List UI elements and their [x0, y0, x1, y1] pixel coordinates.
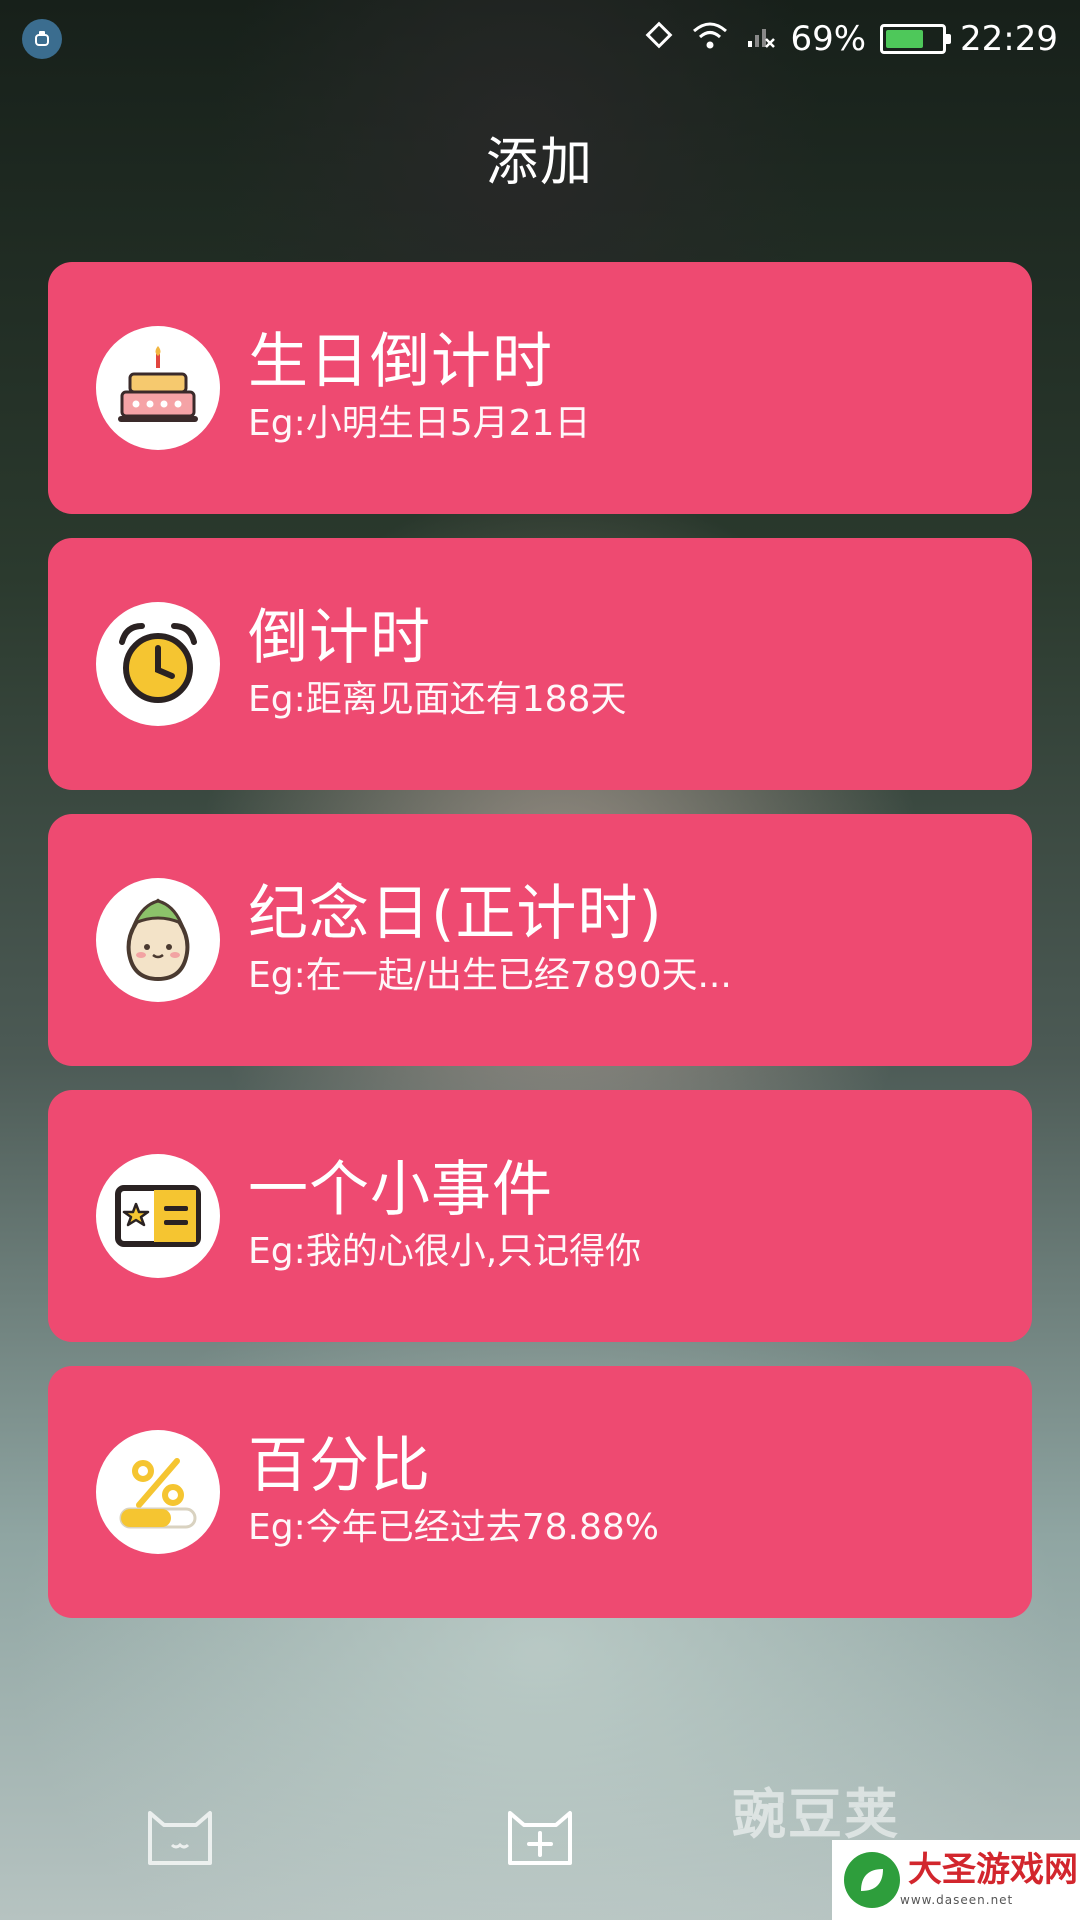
card-subtitle: Eg:距离见面还有188天	[248, 679, 627, 721]
sprout-face-icon	[96, 878, 220, 1002]
wifi-icon	[690, 19, 730, 60]
alarm-clock-icon	[96, 602, 220, 726]
tab-add[interactable]	[500, 1792, 580, 1882]
percentage-icon	[96, 1430, 220, 1554]
tab-home[interactable]	[140, 1792, 220, 1882]
watermark-logo: 大圣游戏网 www.daseen.net	[832, 1840, 1080, 1920]
watermark-url: www.daseen.net	[900, 1893, 1014, 1907]
signal-icon	[744, 19, 776, 60]
card-subtitle: Eg:小明生日5月21日	[248, 403, 591, 445]
ticket-icon	[96, 1154, 220, 1278]
status-bar: 69% 22:29	[0, 0, 1080, 78]
add-event-icon	[508, 1811, 572, 1865]
card-subtitle: Eg:在一起/出生已经7890天...	[248, 955, 732, 997]
page-title: 添加	[485, 133, 594, 193]
card-title: 生日倒计时	[248, 327, 553, 398]
card-countdown[interactable]: 倒计时 Eg:距离见面还有188天	[48, 538, 1032, 790]
watermark-logo-text: 大圣游戏网	[908, 1850, 1078, 1890]
card-title: 百分比	[248, 1431, 431, 1502]
card-title: 纪念日(正计时)	[248, 879, 663, 950]
battery-icon	[880, 24, 952, 54]
leaf-logo-icon	[844, 1852, 900, 1908]
card-anniversary[interactable]: 纪念日(正计时) Eg:在一起/出生已经7890天...	[48, 814, 1032, 1066]
notification-app-icon	[22, 19, 62, 59]
card-title: 一个小事件	[248, 1155, 553, 1226]
card-subtitle: Eg:今年已经过去78.88%	[248, 1507, 659, 1549]
battery-percent: 69%	[790, 19, 867, 59]
rotate-icon	[642, 18, 676, 61]
card-percentage[interactable]: 百分比 Eg:今年已经过去78.88%	[48, 1366, 1032, 1618]
card-small-event[interactable]: 一个小事件 Eg:我的心很小,只记得你	[48, 1090, 1032, 1342]
card-title: 倒计时	[248, 603, 431, 674]
card-subtitle: Eg:我的心很小,只记得你	[248, 1231, 642, 1273]
watermark-text: 豌豆荚	[732, 1783, 900, 1846]
card-birthday-countdown[interactable]: 生日倒计时 Eg:小明生日5月21日	[48, 262, 1032, 514]
birthday-cake-icon	[96, 326, 220, 450]
cat-face-icon	[148, 1811, 212, 1865]
clock: 22:29	[960, 19, 1058, 59]
